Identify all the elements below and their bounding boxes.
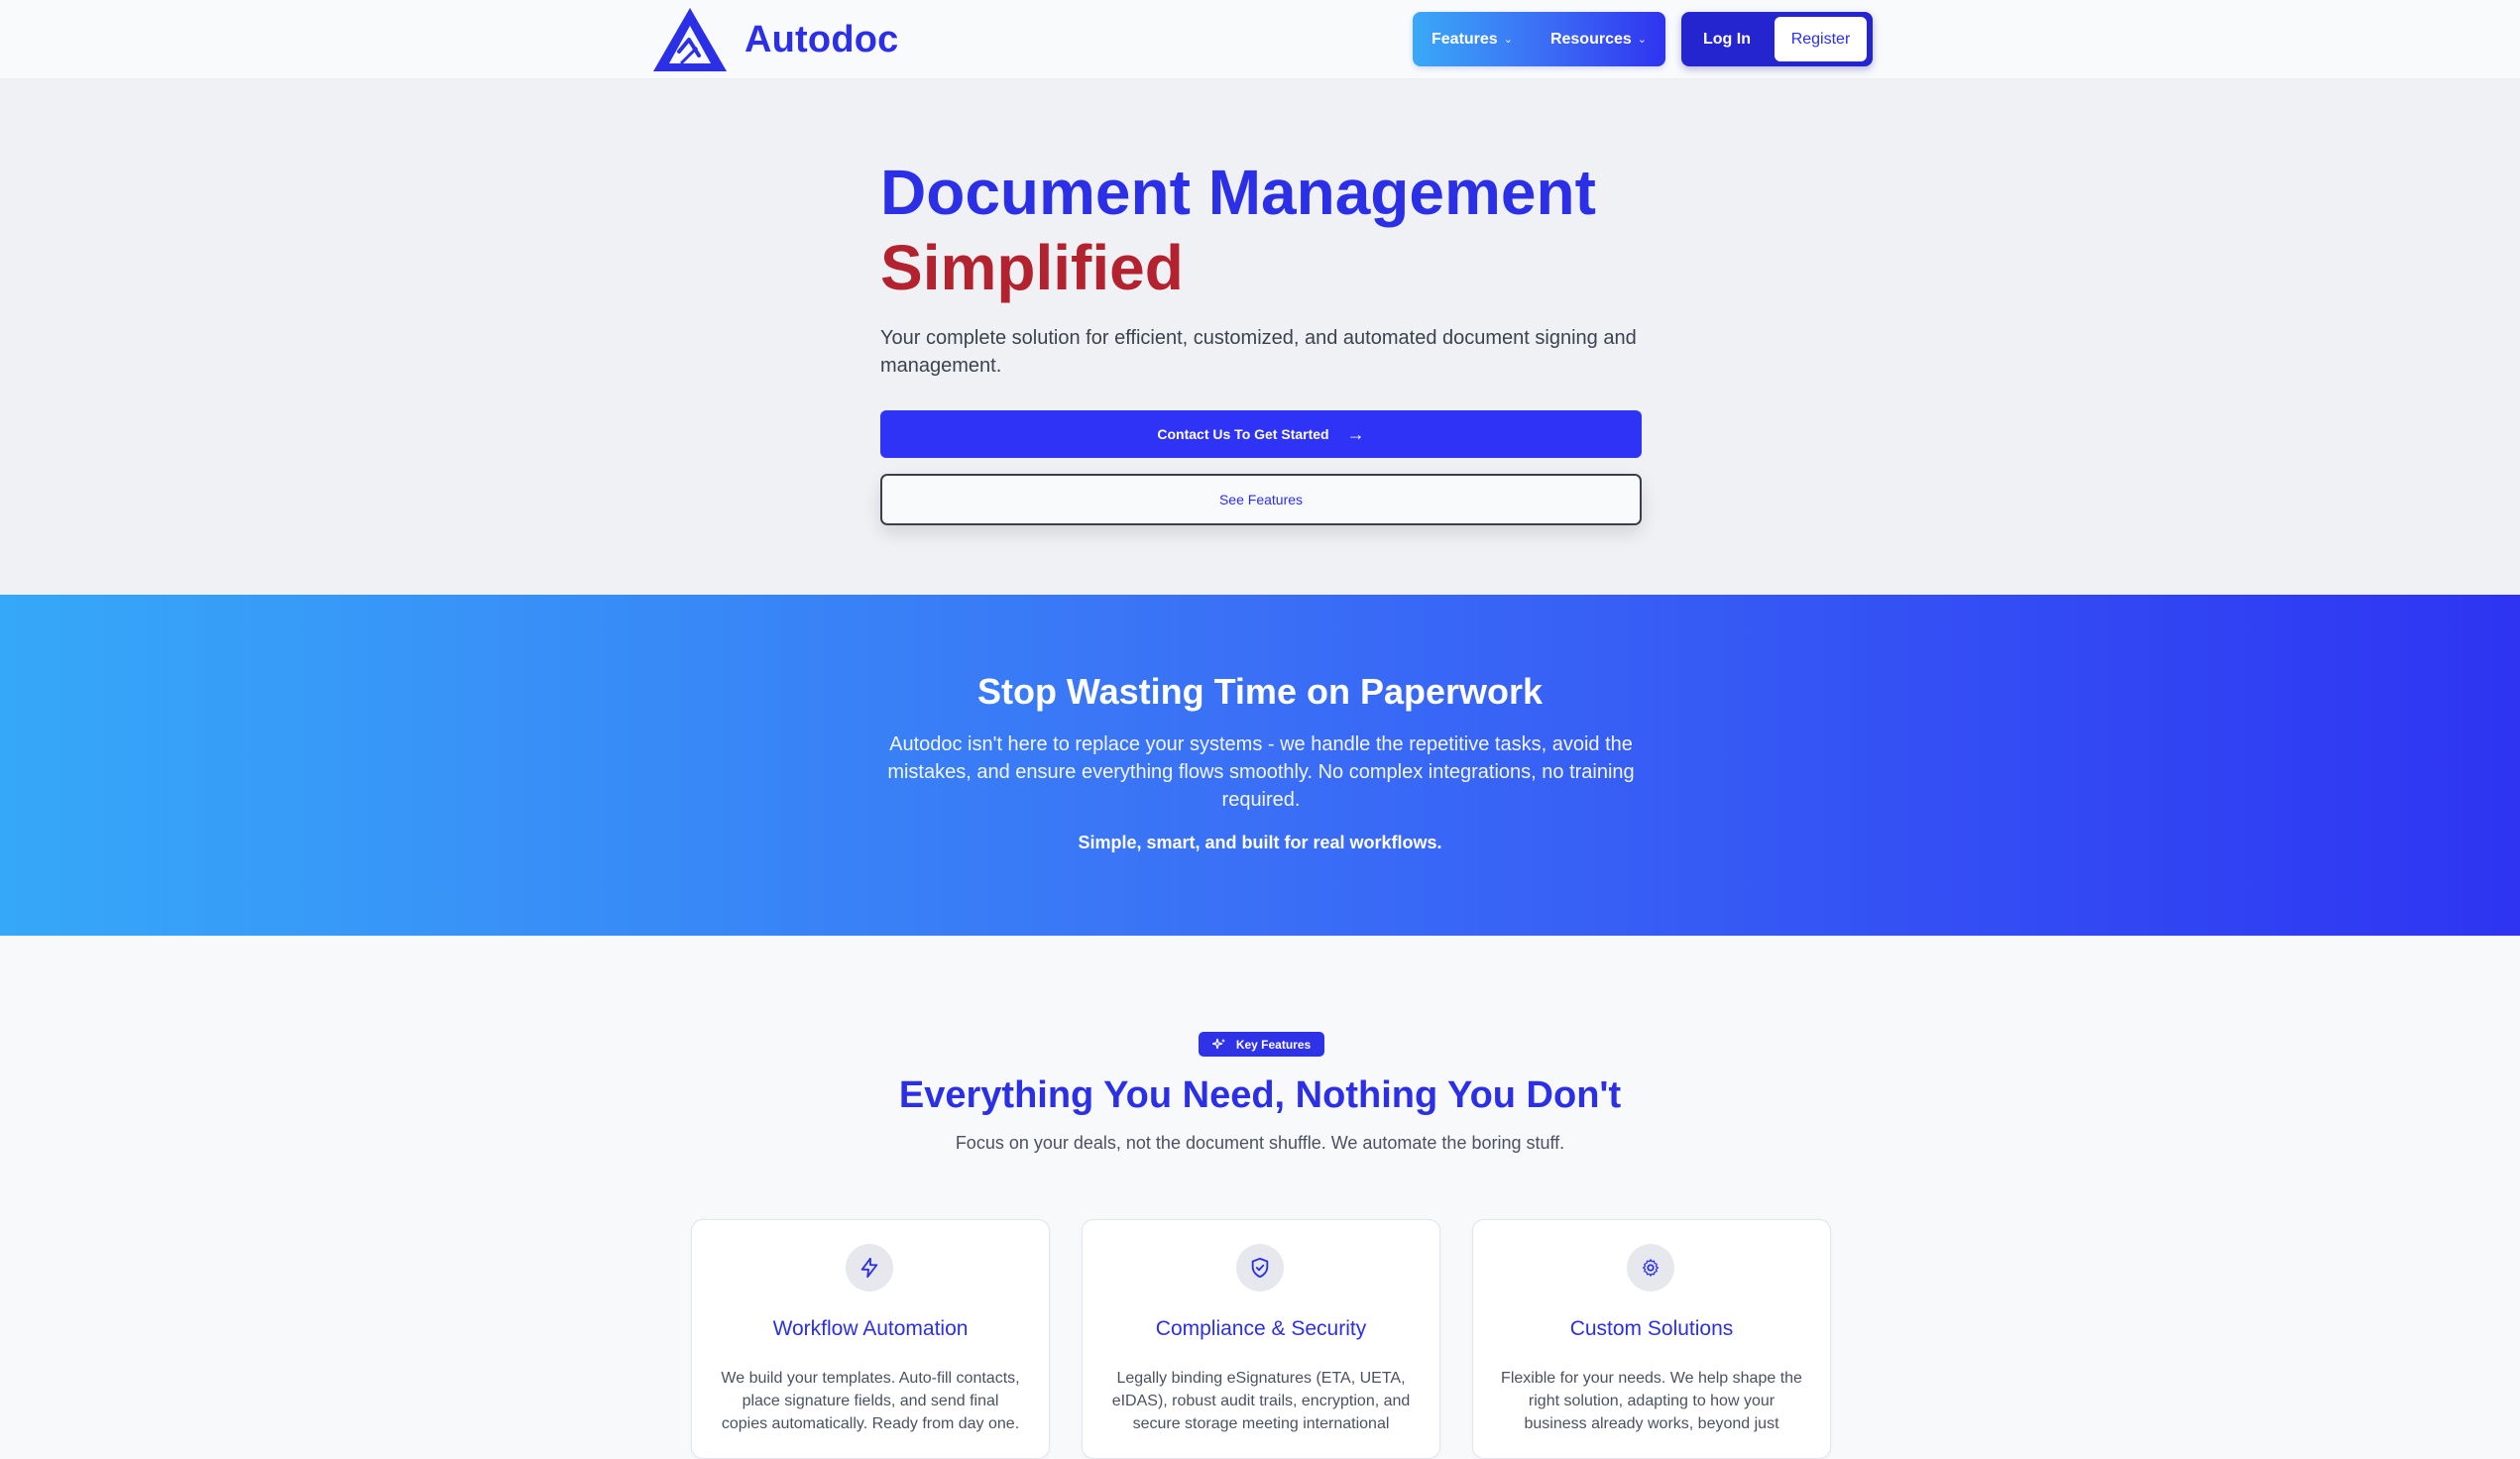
card-text: We build your templates. Auto-fill conta… — [721, 1370, 1020, 1432]
card-icon-wrap — [1236, 1244, 1284, 1291]
shield-check-icon — [1251, 1257, 1269, 1279]
feature-card-workflow: Workflow Automation We build your templa… — [691, 1219, 1050, 1459]
hero-section: Document Management Simplified Your comp… — [0, 79, 2520, 595]
gear-icon — [1642, 1259, 1660, 1277]
key-features-badge: Key Features — [1199, 1032, 1324, 1057]
nav-resources-label: Resources — [1549, 30, 1632, 48]
arrow-right-icon: → — [1346, 423, 1365, 444]
site-header: Autodoc Features ⌄ Resources ⌄ Log In Re… — [0, 0, 2520, 79]
hero-title-line1: Document Management — [880, 157, 1596, 228]
brand-logo[interactable]: Autodoc — [651, 6, 898, 73]
hero-title: Document Management Simplified — [880, 155, 1596, 305]
brand-name: Autodoc — [745, 18, 899, 60]
nav-resources-dropdown[interactable]: Resources ⌄ — [1550, 31, 1647, 49]
see-features-button[interactable]: See Features — [880, 474, 1642, 525]
card-title: Compliance & Security — [1155, 1317, 1367, 1340]
chevron-down-icon: ⌄ — [1503, 34, 1513, 46]
main-nav: Features ⌄ Resources ⌄ — [1413, 12, 1665, 66]
lightning-icon — [860, 1257, 878, 1279]
features-subtitle: Focus on your deals, not the document sh… — [955, 1133, 1565, 1153]
hero-title-line2: Simplified — [880, 232, 1184, 303]
sparkles-icon — [1211, 1038, 1225, 1049]
contact-us-button[interactable]: Contact Us To Get Started → — [880, 410, 1642, 458]
banner-title: Stop Wasting Time on Paperwork — [976, 671, 1544, 712]
chevron-down-icon: ⌄ — [1637, 34, 1647, 46]
nav-features-dropdown[interactable]: Features ⌄ — [1432, 31, 1513, 49]
card-icon-wrap — [1627, 1244, 1674, 1291]
register-button[interactable]: Register — [1775, 17, 1867, 61]
banner-tagline: Simple, smart, and built for real workfl… — [1078, 833, 1442, 852]
feature-card-custom: Custom Solutions Flexible for your needs… — [1472, 1219, 1831, 1459]
login-button[interactable]: Log In — [1681, 12, 1773, 66]
nav-features-label: Features — [1432, 30, 1498, 48]
badge-label: Key Features — [1235, 1037, 1312, 1052]
hero-subtitle: Your complete solution for efficient, cu… — [880, 327, 1637, 377]
card-text: Flexible for your needs. We help shape t… — [1501, 1370, 1802, 1432]
feature-card-compliance: Compliance & Security Legally binding eS… — [1082, 1219, 1440, 1459]
card-icon-wrap — [846, 1244, 893, 1291]
auth-buttons: Log In Register — [1681, 12, 1873, 66]
banner-text: Autodoc isn't here to replace your syste… — [887, 733, 1635, 811]
contact-us-label: Contact Us To Get Started — [1157, 426, 1329, 442]
value-banner: Stop Wasting Time on Paperwork Autodoc i… — [0, 595, 2520, 936]
card-title: Workflow Automation — [772, 1317, 969, 1340]
autodoc-logo-icon — [653, 8, 727, 71]
card-text: Legally binding eSignatures (ETA, UETA, … — [1111, 1370, 1411, 1432]
features-title: Everything You Need, Nothing You Don't — [898, 1074, 1622, 1116]
card-title: Custom Solutions — [1569, 1317, 1734, 1340]
